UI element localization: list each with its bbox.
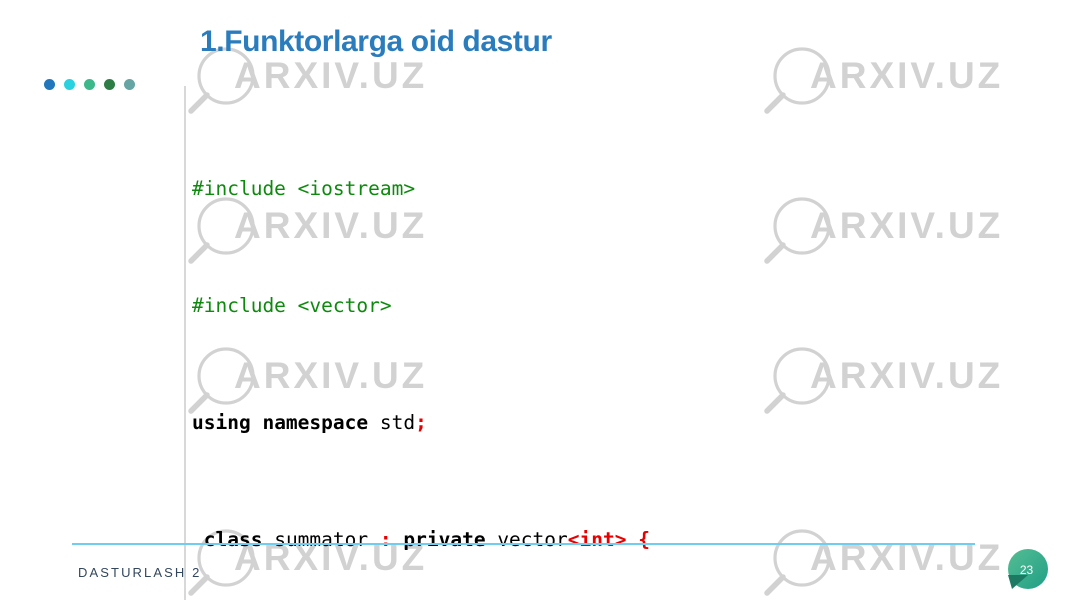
dot-slate	[124, 79, 135, 90]
token-keyword: using	[192, 411, 251, 435]
token-template-args: <int>	[567, 528, 627, 552]
token-keyword: private	[403, 528, 486, 552]
footer-divider	[72, 543, 975, 545]
token-brace: {	[638, 528, 650, 552]
dot-teal	[84, 79, 95, 90]
page-title: 1.Funktorlarga oid dastur	[200, 25, 552, 58]
dot-cyan	[64, 79, 75, 90]
page-number-text: 23	[1019, 563, 1034, 577]
token-punctuation: ;	[415, 411, 427, 435]
dot-green	[104, 79, 115, 90]
code-block: #include <iostream> #include <vector> us…	[184, 86, 952, 600]
page-number-badge: 23	[1006, 549, 1050, 593]
token-header: <vector>	[297, 294, 392, 318]
code-line: #include <iostream>	[192, 174, 952, 203]
token-keyword: namespace	[262, 411, 369, 435]
slide-canvas: ARXIV.UZ ARXIV.UZ ARXIV.UZ ARXIV.UZ ARXI…	[0, 0, 1067, 600]
decorative-dots	[44, 79, 135, 90]
token-preprocessor: #include	[192, 294, 286, 318]
token-identifier: std	[379, 411, 416, 435]
token-punctuation: :	[379, 528, 392, 552]
code-line: #include <vector>	[192, 291, 952, 320]
footer-label: DASTURLASH 2	[78, 565, 202, 580]
code-line: class summator : private vector<int> {	[192, 525, 952, 554]
token-preprocessor: #include	[192, 176, 286, 200]
token-header: <iostream>	[297, 176, 416, 200]
token-keyword: class	[203, 528, 263, 552]
code-line: using namespace std;	[192, 408, 952, 437]
dot-blue	[44, 79, 55, 90]
token-identifier: vector	[497, 528, 568, 552]
token-identifier: summator	[274, 528, 369, 552]
